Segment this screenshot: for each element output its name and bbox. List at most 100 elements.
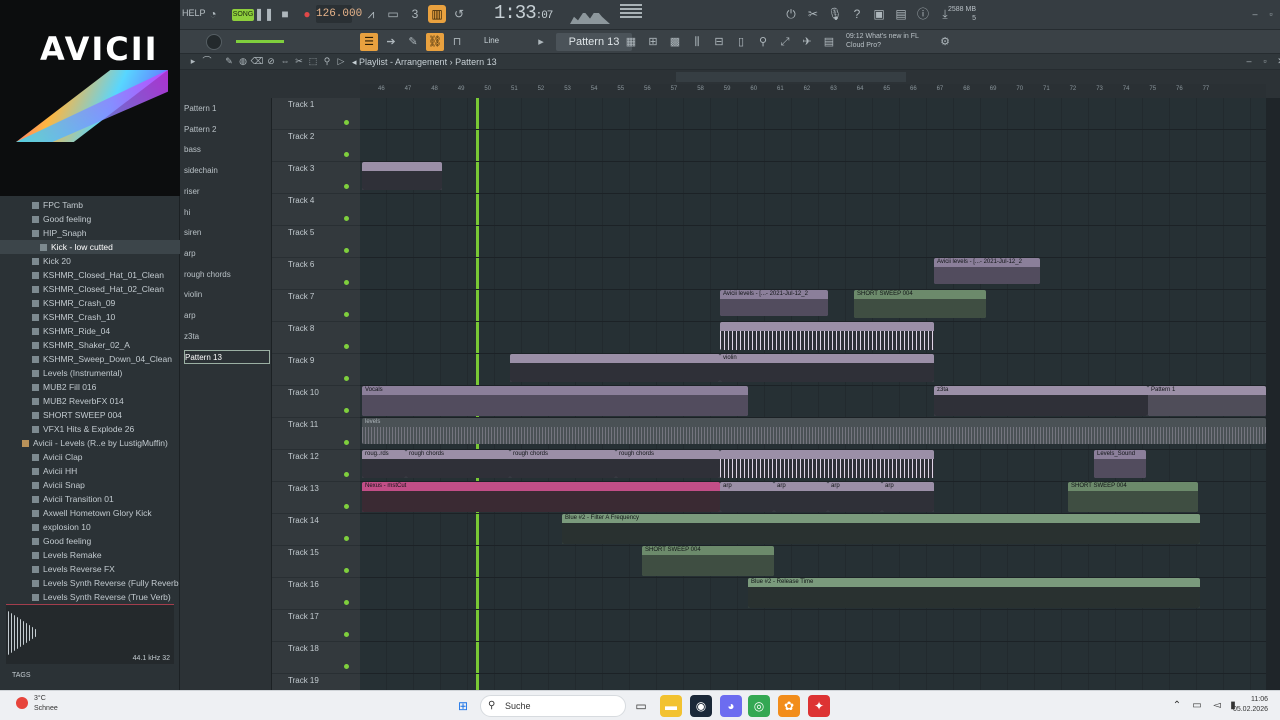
clip-vocals[interactable]: Vocals [362, 386, 748, 416]
track-header[interactable]: Track 18 [272, 642, 360, 674]
task-view-icon[interactable]: ▭ [630, 695, 652, 717]
picker-item[interactable]: Pattern 1 [184, 102, 270, 116]
power-icon[interactable]: ⏻ [782, 5, 800, 23]
discord-icon[interactable]: ◕ [720, 695, 742, 717]
record-icon[interactable]: ● [298, 5, 316, 23]
clip-blue-release-automation[interactable]: Blue #2 - Release Time [748, 578, 1200, 608]
browser-file[interactable]: KSHMR_Ride_04 [0, 324, 180, 338]
clip-violin-track9[interactable]: violin [720, 354, 934, 382]
picker-item[interactable]: rough chords [184, 268, 270, 282]
piano-roll-icon[interactable]: ▩ [666, 33, 684, 51]
track-mute-led[interactable] [344, 664, 349, 669]
browser-file[interactable]: Kick - low cutted [0, 240, 180, 254]
tray-expand-icon[interactable]: ⌃ [1166, 695, 1188, 717]
plugin-icon[interactable]: ▤ [892, 5, 910, 23]
browser-file[interactable]: KSHMR_Closed_Hat_02_Clean [0, 282, 180, 296]
picker-item[interactable]: arp [184, 247, 270, 261]
project-browser-icon[interactable]: ▤ [820, 33, 838, 51]
track-mute-led[interactable] [344, 376, 349, 381]
track-mute-led[interactable] [344, 504, 349, 509]
browser-file[interactable]: MUB2 Fill 016 [0, 380, 180, 394]
browser-file[interactable]: VFX1 Hits & Explode 26 [0, 422, 180, 436]
track-mute-led[interactable] [344, 568, 349, 573]
app-icon[interactable]: ✦ [808, 695, 830, 717]
clip-pattern-track12[interactable] [720, 450, 934, 478]
tools-icon[interactable]: ✂ [804, 5, 822, 23]
stop-icon[interactable]: ■ [276, 5, 294, 23]
steam-icon[interactable]: ◉ [690, 695, 712, 717]
picker-item[interactable]: violin [184, 288, 270, 302]
clip-pattern-track3[interactable] [362, 162, 442, 190]
track-header[interactable]: Track 4 [272, 194, 360, 226]
track-mute-led[interactable] [344, 312, 349, 317]
picker-item[interactable]: Pattern 2 [184, 123, 270, 137]
plugin-db-icon[interactable]: ⚲ [754, 33, 772, 51]
track-header[interactable]: Track 6 [272, 258, 360, 290]
clip-arp-4[interactable]: arp [882, 482, 934, 512]
picker-item[interactable]: siren [184, 226, 270, 240]
link-tool-icon[interactable]: ⛓ [426, 33, 444, 51]
picker-item[interactable]: z3ta [184, 330, 270, 344]
metronome-icon[interactable]: ⩘ [362, 5, 380, 23]
clip-arp-3[interactable]: arp [828, 482, 882, 512]
track-mute-led[interactable] [344, 600, 349, 605]
browser-file[interactable]: Avicii HH [0, 464, 180, 478]
picker-item[interactable]: arp [184, 309, 270, 323]
clip-blue-filter-automation[interactable]: Blue #2 - Filter A Frequency [562, 514, 1200, 544]
taskbar-clock[interactable]: 11:06 05.02.2026 [1233, 695, 1268, 715]
clip-pattern-track9[interactable] [510, 354, 720, 382]
track-header[interactable]: Track 12 [272, 450, 360, 482]
clip-arp-2[interactable]: arp [774, 482, 828, 512]
clip-avicii-levels-track6[interactable]: Avicii levels - [...- 2021-Jul-12_2 [934, 258, 1040, 284]
song-overview-scroll[interactable] [676, 72, 906, 82]
browser-file[interactable]: Avicii Snap [0, 478, 180, 492]
track-header[interactable]: Track 10 [272, 386, 360, 418]
arrow-right-icon[interactable]: ➔ [382, 33, 400, 51]
arrangement-grid[interactable]: Avicii levels - [...- 2021-Jul-12_2 Avic… [360, 98, 1266, 690]
picker-item[interactable]: hi [184, 206, 270, 220]
playlist-close-icon[interactable]: ✕ [1272, 52, 1280, 70]
browser-file[interactable]: Levels Synth Reverse (True Verb) [0, 590, 180, 604]
browser-file[interactable]: Levels Reverse FX [0, 562, 180, 576]
clip-short-sweep-track7[interactable]: SHORT SWEEP 004 [854, 290, 986, 318]
windows-start-icon[interactable]: ⊞ [452, 695, 474, 717]
master-pitch-slider[interactable] [236, 40, 284, 43]
browser-file[interactable]: KSHMR_Crash_09 [0, 296, 180, 310]
picker-item[interactable]: sidechain [184, 164, 270, 178]
playlist-view-icon[interactable]: ☰ [360, 33, 378, 51]
browser-file[interactable]: MUB2 ReverbFX 014 [0, 394, 180, 408]
track-header[interactable]: Track 1 [272, 98, 360, 130]
pattern-selector[interactable]: Pattern 13 [556, 33, 632, 51]
picker-item[interactable]: riser [184, 185, 270, 199]
track-mute-led[interactable] [344, 248, 349, 253]
browser-file[interactable]: explosion 10 [0, 520, 180, 534]
browser-file[interactable]: Levels Remake [0, 548, 180, 562]
browser-file[interactable]: Avicii Clap [0, 450, 180, 464]
clip-z3ta[interactable]: z3ta [934, 386, 1148, 416]
track-mute-led[interactable] [344, 344, 349, 349]
track-mute-led[interactable] [344, 280, 349, 285]
clip-avicii-levels-track7[interactable]: Avicii levels - [...- 2021-Jul-12_2 [720, 290, 828, 316]
track-mute-led[interactable] [344, 408, 349, 413]
tempo-display[interactable]: 126.000 [316, 5, 362, 23]
weather-widget[interactable]: 3°C Schnee [34, 694, 58, 714]
browser-folder[interactable]: Avicii - Levels (R..e by LustigMuffin) [0, 436, 180, 450]
download-icon[interactable]: ⤓ [936, 5, 954, 23]
browser-file[interactable]: HIP_Snaph [0, 226, 180, 240]
browser-file[interactable]: Kick 20 [0, 254, 180, 268]
track-header[interactable]: Track 17 [272, 610, 360, 642]
track-mute-led[interactable] [344, 184, 349, 189]
settings-icon[interactable]: ⚙ [936, 33, 954, 51]
playback-icon[interactable]: ▷ [332, 52, 350, 70]
save-icon[interactable]: ▣ [870, 5, 888, 23]
news-panel[interactable]: 09:12 What's new in FL Cloud Pro? [846, 32, 919, 50]
taskbar-search[interactable]: ⚲ Suche [480, 695, 626, 717]
timeline-ruler[interactable]: 46 47 48 49 50 51 52 53 54 55 56 57 58 59 60 61 62 63 64 65… [360, 84, 1266, 98]
tags-label[interactable]: TAGS [12, 672, 31, 679]
track-mute-led[interactable] [344, 632, 349, 637]
plugin-picker-icon[interactable]: ⊟ [710, 33, 728, 51]
track-header[interactable]: Track 15 [272, 546, 360, 578]
mixer-icon[interactable]: ⫼ [688, 33, 706, 51]
song-mode-toggle[interactable]: SONG [232, 9, 254, 21]
wave-candy-icon[interactable]: ✈ [798, 33, 816, 51]
